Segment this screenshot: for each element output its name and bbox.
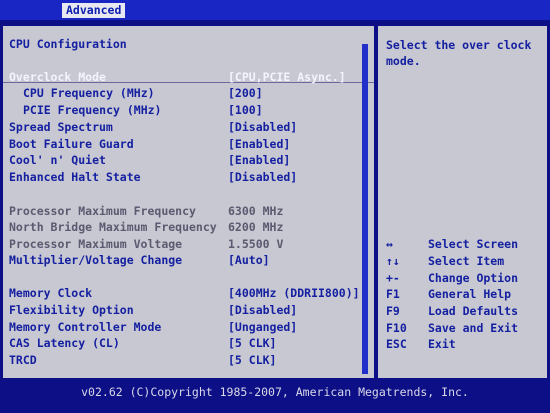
info-north-bridge-max-frequency: North Bridge Maximum Frequency 6200 MHz	[9, 220, 283, 235]
setting-value[interactable]: [400MHz (DDRII800)]	[228, 286, 360, 301]
copyright-footer: v02.62 (C)Copyright 1985-2007, American …	[81, 385, 469, 399]
setting-value[interactable]: [5 CLK]	[228, 353, 276, 368]
key-description: Select Screen	[428, 237, 519, 251]
setting-label: Boot Failure Guard	[9, 137, 134, 151]
setting-value[interactable]: [CPU,PCIE Async.]	[228, 70, 346, 85]
setting-value[interactable]: [Unganged]	[228, 320, 297, 335]
key-hint-select-screen: ↔ Select Screen	[386, 237, 518, 252]
setting-cas-latency[interactable]: CAS Latency (CL) [5 CLK]	[9, 336, 276, 351]
menu-bar: Advanced	[0, 0, 550, 20]
setting-label: Flexibility Option	[9, 303, 134, 317]
key-hint-change-option: +- Change Option	[386, 271, 518, 286]
key-hint-save-and-exit: F10 Save and Exit	[386, 321, 518, 336]
key-description: Exit	[428, 337, 456, 351]
info-value: 6300 MHz	[228, 204, 284, 218]
info-value: 1.5500 V	[228, 237, 284, 251]
key-hint-load-defaults: F9 Load Defaults	[386, 304, 518, 319]
setting-label: PCIE Frequency (MHz)	[23, 103, 162, 117]
info-value: 6200 MHz	[228, 220, 284, 234]
setting-label: CAS Latency (CL)	[9, 336, 120, 350]
setting-multiplier-voltage-change[interactable]: Multiplier/Voltage Change [Auto]	[9, 253, 270, 268]
tab-advanced[interactable]: Advanced	[62, 3, 126, 18]
key-hint-exit: ESC Exit	[386, 337, 456, 352]
info-processor-max-voltage: Processor Maximum Voltage 1.5500 V	[9, 237, 283, 252]
setting-label: TRCD	[9, 353, 37, 367]
help-text: Select the over clock mode.	[386, 38, 532, 68]
setting-value[interactable]: [Enabled]	[228, 137, 290, 152]
help-panel: Select the over clock mode. ↔ Select Scr…	[378, 26, 547, 378]
key-description: Change Option	[428, 271, 519, 285]
setting-value[interactable]: [Enabled]	[228, 153, 290, 168]
main-panel: CPU Configuration Overclock Mode [CPU,PC…	[3, 26, 374, 378]
setting-boot-failure-guard[interactable]: Boot Failure Guard [Enabled]	[9, 137, 290, 152]
setting-label: Multiplier/Voltage Change	[9, 253, 183, 267]
setting-value[interactable]: [Disabled]	[228, 170, 297, 185]
setting-value[interactable]: [Disabled]	[228, 120, 297, 135]
key-label: ↔	[386, 237, 393, 251]
setting-memory-clock[interactable]: Memory Clock [400MHz (DDRII800)]	[9, 286, 360, 301]
info-label: Processor Maximum Voltage	[9, 237, 183, 251]
key-label: ↑↓	[386, 254, 400, 268]
setting-label: Enhanced Halt State	[9, 170, 141, 184]
key-label: ESC	[386, 337, 407, 351]
key-label: +-	[386, 271, 400, 285]
setting-cpu-frequency[interactable]: CPU Frequency (MHz) [200]	[9, 86, 263, 101]
key-description: Load Defaults	[428, 304, 519, 318]
key-description: Select Item	[428, 254, 505, 268]
key-hint-general-help: F1 General Help	[386, 287, 511, 302]
setting-value[interactable]: [Disabled]	[228, 303, 297, 318]
setting-value[interactable]: [100]	[228, 103, 263, 118]
setting-spread-spectrum[interactable]: Spread Spectrum [Disabled]	[9, 120, 297, 135]
setting-label: Spread Spectrum	[9, 120, 113, 134]
setting-pcie-frequency[interactable]: PCIE Frequency (MHz) [100]	[9, 103, 263, 118]
setting-label: Overclock Mode	[9, 70, 106, 84]
setting-memory-controller-mode[interactable]: Memory Controller Mode [Unganged]	[9, 320, 297, 335]
setting-trcd[interactable]: TRCD [5 CLK]	[9, 353, 276, 368]
key-hint-select-item: ↑↓ Select Item	[386, 254, 504, 269]
info-label: North Bridge Maximum Frequency	[9, 220, 217, 234]
key-description: General Help	[428, 287, 512, 301]
setting-label: Memory Clock	[9, 286, 93, 300]
info-label: Processor Maximum Frequency	[9, 204, 196, 218]
setting-enhanced-halt-state[interactable]: Enhanced Halt State [Disabled]	[9, 170, 297, 185]
page-title: CPU Configuration	[9, 37, 127, 51]
setting-flexibility-option[interactable]: Flexibility Option [Disabled]	[9, 303, 297, 318]
setting-overclock-mode[interactable]: Overclock Mode [CPU,PCIE Async.]	[9, 70, 346, 85]
setting-value[interactable]: [Auto]	[228, 253, 270, 268]
setting-cool-n-quiet[interactable]: Cool' n' Quiet [Enabled]	[9, 153, 290, 168]
setting-label: Memory Controller Mode	[9, 320, 162, 334]
setting-label: Cool' n' Quiet	[9, 153, 106, 167]
setting-label: CPU Frequency (MHz)	[23, 86, 155, 100]
info-processor-max-frequency: Processor Maximum Frequency 6300 MHz	[9, 204, 283, 219]
setting-value[interactable]: [200]	[228, 86, 263, 101]
scrollbar[interactable]	[362, 44, 368, 374]
key-label: F1	[386, 287, 400, 301]
key-label: F10	[386, 321, 407, 335]
key-label: F9	[386, 304, 400, 318]
key-description: Save and Exit	[428, 321, 519, 335]
setting-value[interactable]: [5 CLK]	[228, 336, 276, 351]
